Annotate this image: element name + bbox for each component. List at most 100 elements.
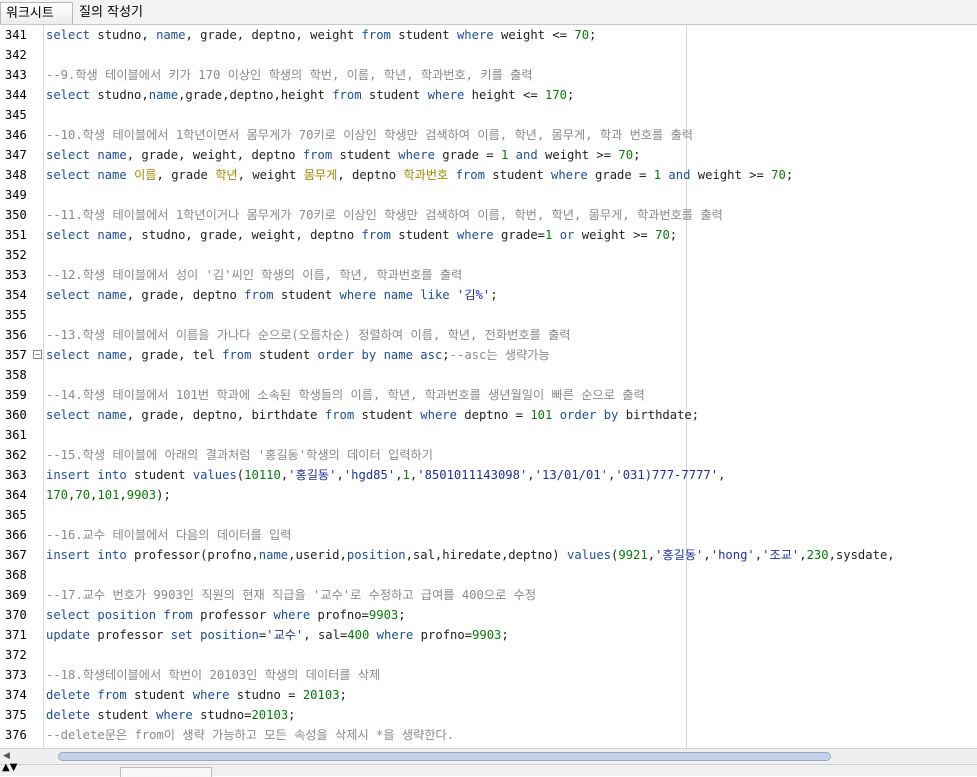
code-text: select name, grade, deptno, birthdate fr… bbox=[46, 405, 699, 425]
code-line[interactable]: 368 bbox=[0, 565, 977, 585]
code-text: select name, studno, grade, weight, dept… bbox=[46, 225, 677, 245]
code-text: select name 이름, grade 학년, weight 몸무게, de… bbox=[46, 165, 793, 185]
code-text: delete student where studno=20103; bbox=[46, 705, 296, 725]
line-number: 348 bbox=[5, 168, 27, 182]
code-token: 9903 bbox=[368, 608, 399, 622]
code-line[interactable]: 341 select studno, name, grade, deptno, w… bbox=[0, 25, 977, 45]
code-text: insert into professor(profno,name,userid… bbox=[46, 545, 895, 565]
code-line[interactable]: 350 --11.학생 테이블에서 1학년이거나 몸무게가 70키로 이상인 학생… bbox=[0, 205, 977, 225]
code-token: from bbox=[361, 28, 391, 42]
code-line[interactable]: 353 --12.학생 테이블에서 성이 '김'씨인 학생의 이름, 학년, 학과… bbox=[0, 265, 977, 285]
code-token: , grade, tel bbox=[126, 348, 223, 362]
horizontal-scrollbar[interactable]: ◀ bbox=[0, 748, 977, 764]
code-token: 230 bbox=[806, 548, 829, 562]
code-token: select bbox=[46, 168, 91, 182]
code-text: --10.학생 테이블에서 1학년이면서 몸무게가 70키로 이상인 학생만 검… bbox=[46, 125, 693, 145]
code-token: ); bbox=[156, 488, 171, 502]
line-number: 355 bbox=[5, 308, 27, 322]
code-line[interactable]: 345 bbox=[0, 105, 977, 125]
code-line[interactable]: 344 select studno,name,grade,deptno,heigh… bbox=[0, 85, 977, 105]
code-token: where bbox=[376, 628, 414, 642]
code-line[interactable]: 343 --9.학생 테이블에서 키가 170 이상인 학생의 학번, 이름, 학… bbox=[0, 65, 977, 85]
code-token: where bbox=[156, 708, 193, 722]
panel-toggle-icon[interactable]: ▲▼ bbox=[2, 762, 17, 773]
code-line[interactable]: 361 bbox=[0, 425, 977, 445]
tab-worksheet[interactable]: 워크시트 bbox=[0, 2, 73, 24]
code-token: from bbox=[302, 148, 333, 162]
code-token: student bbox=[126, 688, 193, 702]
code-token: where bbox=[192, 688, 230, 702]
code-token: from bbox=[332, 88, 362, 102]
code-line[interactable]: 352 bbox=[0, 245, 977, 265]
code-line[interactable]: 359 --14.학생 테이블에서 101번 학과에 소속된 학생들의 이름, 학… bbox=[0, 385, 977, 405]
code-line[interactable]: 349 bbox=[0, 185, 977, 205]
code-line[interactable]: 356 --13.학생 테이블에서 이름을 가나다 순으로(오름차순) 정렬하여 … bbox=[0, 325, 977, 345]
code-line[interactable]: 363 insert into student values(10110,'홍길동… bbox=[0, 465, 977, 485]
code-token: 20103 bbox=[251, 708, 289, 722]
code-line[interactable]: 354 select name, grade, deptno from stude… bbox=[0, 285, 977, 305]
line-number: 366 bbox=[5, 528, 27, 542]
code-token: --9.학생 테이블에서 키가 170 이상인 학생의 학번, 이름, 학년, … bbox=[46, 68, 533, 82]
fold-collapse-icon[interactable]: − bbox=[33, 350, 42, 359]
code-text: --17.교수 번호가 9903인 직원의 현재 직급을 '교수'로 수정하고 … bbox=[46, 585, 536, 605]
code-token: deptno = bbox=[456, 408, 531, 422]
code-token: from bbox=[455, 168, 485, 182]
code-token: --12.학생 테이블에서 성이 '김'씨인 학생의 이름, 학년, 학과번호를… bbox=[46, 268, 463, 282]
line-number: 371 bbox=[5, 628, 27, 642]
code-token: where bbox=[273, 608, 311, 622]
code-line[interactable]: 366 --16.교수 테이블에서 다음의 데이터를 입력 bbox=[0, 525, 977, 545]
sql-editor[interactable]: 341 select studno, name, grade, deptno, w… bbox=[0, 25, 977, 748]
code-token: select bbox=[46, 28, 91, 42]
line-number: 365 bbox=[5, 508, 27, 522]
code-token: where bbox=[456, 28, 494, 42]
code-token: name bbox=[97, 408, 127, 422]
code-token: 'hgd85' bbox=[343, 468, 396, 482]
code-line[interactable]: 367 insert into professor(profno,name,use… bbox=[0, 545, 977, 565]
code-token: from bbox=[222, 348, 252, 362]
horizontal-scrollbar-thumb[interactable] bbox=[58, 752, 831, 761]
scroll-left-icon[interactable]: ◀ bbox=[3, 751, 10, 761]
code-line[interactable]: 374 delete from student where studno = 20… bbox=[0, 685, 977, 705]
code-token: 학과번호 bbox=[403, 168, 449, 182]
code-line[interactable]: 372 bbox=[0, 645, 977, 665]
code-line[interactable]: 364 170,70,101,9903); bbox=[0, 485, 977, 505]
code-line[interactable]: 360 select name, grade, deptno, birthdate… bbox=[0, 405, 977, 425]
code-text: select name, grade, weight, deptno from … bbox=[46, 145, 640, 165]
code-token: position bbox=[97, 608, 157, 622]
code-line[interactable]: 373 --18.학생테이블에서 학번이 20103인 학생의 데이터를 삭제 bbox=[0, 665, 977, 685]
code-line[interactable]: 355 bbox=[0, 305, 977, 325]
code-token: where bbox=[398, 148, 435, 162]
code-line[interactable]: 365 bbox=[0, 505, 977, 525]
code-line[interactable]: 342 bbox=[0, 45, 977, 65]
code-token: ; bbox=[501, 628, 509, 642]
code-line[interactable]: 357− select name, grade, tel from student… bbox=[0, 345, 977, 365]
line-number: 346 bbox=[5, 128, 27, 142]
code-token: , bbox=[799, 548, 807, 562]
code-line[interactable]: 371 update professor set position='교수', s… bbox=[0, 625, 977, 645]
code-token: ,userid, bbox=[288, 548, 347, 562]
code-line[interactable]: 362 --15.학생 테이블에 아래의 결과처럼 '홍길동'학생의 데이터 입력… bbox=[0, 445, 977, 465]
line-number: 344 bbox=[5, 88, 27, 102]
code-line[interactable]: 369 --17.교수 번호가 9903인 직원의 현재 직급을 '교수'로 수정… bbox=[0, 585, 977, 605]
line-number: 341 bbox=[5, 28, 27, 42]
code-token: values bbox=[192, 468, 237, 482]
code-line[interactable]: 375 delete student where studno=20103; bbox=[0, 705, 977, 725]
code-token: 101 bbox=[97, 488, 120, 502]
code-line[interactable]: 348 select name 이름, grade 학년, weight 몸무게,… bbox=[0, 165, 977, 185]
code-line[interactable]: 346 --10.학생 테이블에서 1학년이면서 몸무게가 70키로 이상인 학생… bbox=[0, 125, 977, 145]
line-number: 352 bbox=[5, 248, 27, 262]
code-token: name bbox=[383, 348, 413, 362]
code-line[interactable]: 358 bbox=[0, 365, 977, 385]
code-line[interactable]: 376 --delete문은 from이 생략 가능하고 모든 속성을 삭제시 *… bbox=[0, 725, 977, 745]
code-token: ; bbox=[490, 288, 498, 302]
code-line[interactable]: 370 select position from professor where … bbox=[0, 605, 977, 625]
code-line[interactable]: 351 select name, studno, grade, weight, d… bbox=[0, 225, 977, 245]
code-token: '조교' bbox=[762, 548, 800, 562]
code-text: select studno,name,grade,deptno,height f… bbox=[46, 85, 574, 105]
tab-query-builder[interactable]: 질의 작성기 bbox=[79, 2, 143, 24]
line-number: 343 bbox=[5, 68, 27, 82]
code-text: select position from professor where pro… bbox=[46, 605, 406, 625]
code-line[interactable]: 347 select name, grade, weight, deptno fr… bbox=[0, 145, 977, 165]
